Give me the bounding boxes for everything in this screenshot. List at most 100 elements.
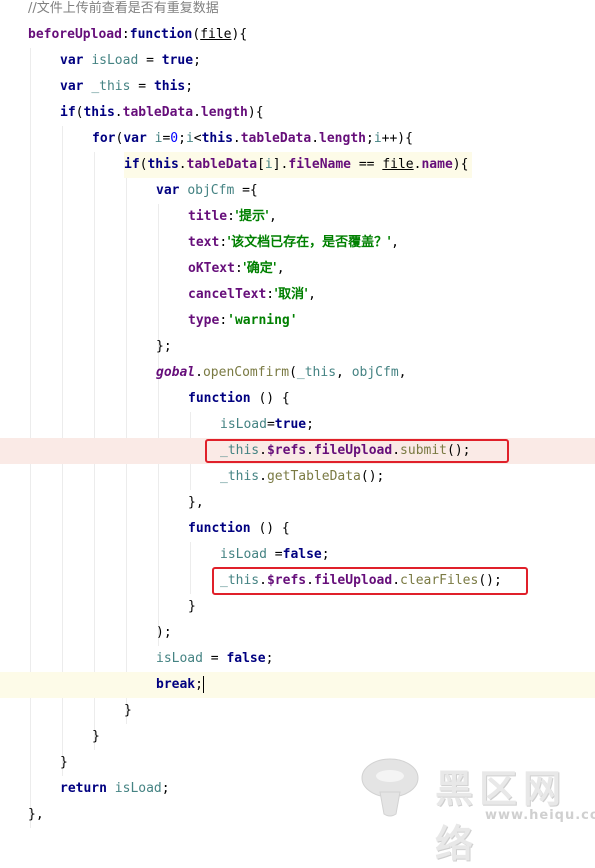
code-token: = <box>202 651 227 666</box>
code-token: function <box>129 27 193 42</box>
code-token: = <box>138 53 162 68</box>
code-text: if(this.tableData[i].fileName == file.na… <box>124 152 473 178</box>
code-token: } <box>124 703 132 718</box>
mushroom-logo-icon <box>361 758 419 817</box>
code-token: i <box>373 131 382 146</box>
code-token: } <box>92 729 100 744</box>
code-token: ; <box>185 79 194 94</box>
code-token: text <box>188 235 220 250</box>
code-token: this <box>201 131 233 146</box>
code-line[interactable]: isLoad = false; <box>0 646 595 672</box>
code-text: function () { <box>188 516 290 542</box>
code-token: false <box>282 547 322 562</box>
code-token: var <box>60 79 92 94</box>
code-line[interactable]: title:'提示', <box>0 204 595 230</box>
code-token: function <box>188 521 251 536</box>
code-token: = <box>130 79 154 94</box>
code-line[interactable]: cancelText:'取消', <box>0 282 595 308</box>
code-token: . <box>259 469 267 484</box>
code-line[interactable]: } <box>0 724 595 750</box>
code-line[interactable]: function () { <box>0 516 595 542</box>
code-text: } <box>92 724 100 750</box>
code-line[interactable]: _this.getTableData(); <box>0 464 595 490</box>
code-token: this <box>153 79 186 94</box>
code-line[interactable]: break; <box>0 672 595 698</box>
code-token: ){ <box>247 105 264 120</box>
code-token: == <box>351 157 383 172</box>
code-line[interactable]: }, <box>0 490 595 516</box>
code-token: , <box>276 261 285 276</box>
code-line[interactable]: var _this = this; <box>0 74 595 100</box>
code-token: return <box>60 781 115 796</box>
code-text: title:'提示', <box>188 204 277 230</box>
code-token: isLoad <box>220 417 267 432</box>
code-line[interactable]: }; <box>0 334 595 360</box>
code-editor[interactable]: //文件上传前查看是否有重复数据 beforeUpload:function(fi… <box>0 0 595 830</box>
code-token: oKText <box>188 261 235 276</box>
code-token: ; <box>321 547 330 562</box>
code-text: var isLoad = true; <box>60 48 201 74</box>
code-token: this <box>83 105 115 120</box>
code-text: beforeUpload:function(file){ <box>28 22 247 48</box>
code-token: //文件上传前查看是否有重复数据 <box>28 1 219 16</box>
code-token: : <box>234 261 243 276</box>
code-text: //文件上传前查看是否有重复数据 <box>28 0 219 22</box>
code-line[interactable]: ); <box>0 620 595 646</box>
code-line[interactable]: function () { <box>0 386 595 412</box>
code-token: (); <box>360 469 385 484</box>
code-text: ); <box>156 620 172 646</box>
highlight-box-clearfiles <box>212 567 528 595</box>
code-token: ; <box>178 131 186 146</box>
code-token: ; <box>195 677 203 692</box>
code-token: } <box>60 755 68 770</box>
code-token: : <box>219 235 228 250</box>
code-token: = <box>266 547 283 562</box>
code-token: () { <box>250 521 290 536</box>
code-token: i <box>185 131 194 146</box>
code-line[interactable]: isLoad=true; <box>0 412 595 438</box>
code-line[interactable]: beforeUpload:function(file){ <box>0 22 595 48</box>
code-token: this <box>147 157 179 172</box>
code-token: tableData <box>122 105 194 120</box>
code-text: _this.getTableData(); <box>220 464 384 490</box>
code-token: var <box>123 131 155 146</box>
code-text: return isLoad; <box>60 776 170 802</box>
code-token: name <box>421 157 453 172</box>
code-token: () { <box>250 391 290 406</box>
code-line[interactable]: isLoad =false; <box>0 542 595 568</box>
code-token: } <box>188 599 196 614</box>
code-line[interactable]: var isLoad = true; <box>0 48 595 74</box>
code-token: fileName <box>288 157 352 172</box>
code-line[interactable]: for(var i=0;i<this.tableData.length;i++)… <box>0 126 595 152</box>
code-line[interactable]: //文件上传前查看是否有重复数据 <box>0 0 595 22</box>
code-token: cancelText <box>188 287 267 302</box>
code-token: function <box>188 391 251 406</box>
code-token: _this <box>296 365 337 380</box>
code-token: [ <box>257 157 265 172</box>
code-token: ; <box>193 53 201 68</box>
code-line[interactable]: if(this.tableData[i].fileName == file.na… <box>0 152 595 178</box>
code-token: gobal <box>156 365 196 380</box>
code-token: = <box>266 417 275 432</box>
code-line[interactable]: } <box>0 698 595 724</box>
code-token: < <box>193 131 202 146</box>
code-line[interactable]: if(this.tableData.length){ <box>0 100 595 126</box>
code-token: true <box>274 417 307 432</box>
code-token: type <box>188 313 220 328</box>
code-text: type:'warning' <box>188 308 298 334</box>
code-line[interactable]: type:'warning' <box>0 308 595 334</box>
code-line[interactable]: text:'该文档已存在，是否覆盖？', <box>0 230 595 256</box>
code-text: } <box>188 594 196 620</box>
code-token: objCfm <box>187 183 235 198</box>
code-line[interactable]: var objCfm ={ <box>0 178 595 204</box>
code-token: . <box>195 365 203 380</box>
code-text: cancelText:'取消', <box>188 282 316 308</box>
code-line[interactable]: oKText:'确定', <box>0 256 595 282</box>
code-token: , <box>308 287 316 302</box>
code-token: true <box>161 53 194 68</box>
code-line[interactable]: gobal.openComfirm(_this, objCfm, <box>0 360 595 386</box>
code-token: ; <box>265 651 274 666</box>
code-text: gobal.openComfirm(_this, objCfm, <box>156 360 406 386</box>
code-line[interactable]: } <box>0 594 595 620</box>
code-token: if <box>124 157 140 172</box>
